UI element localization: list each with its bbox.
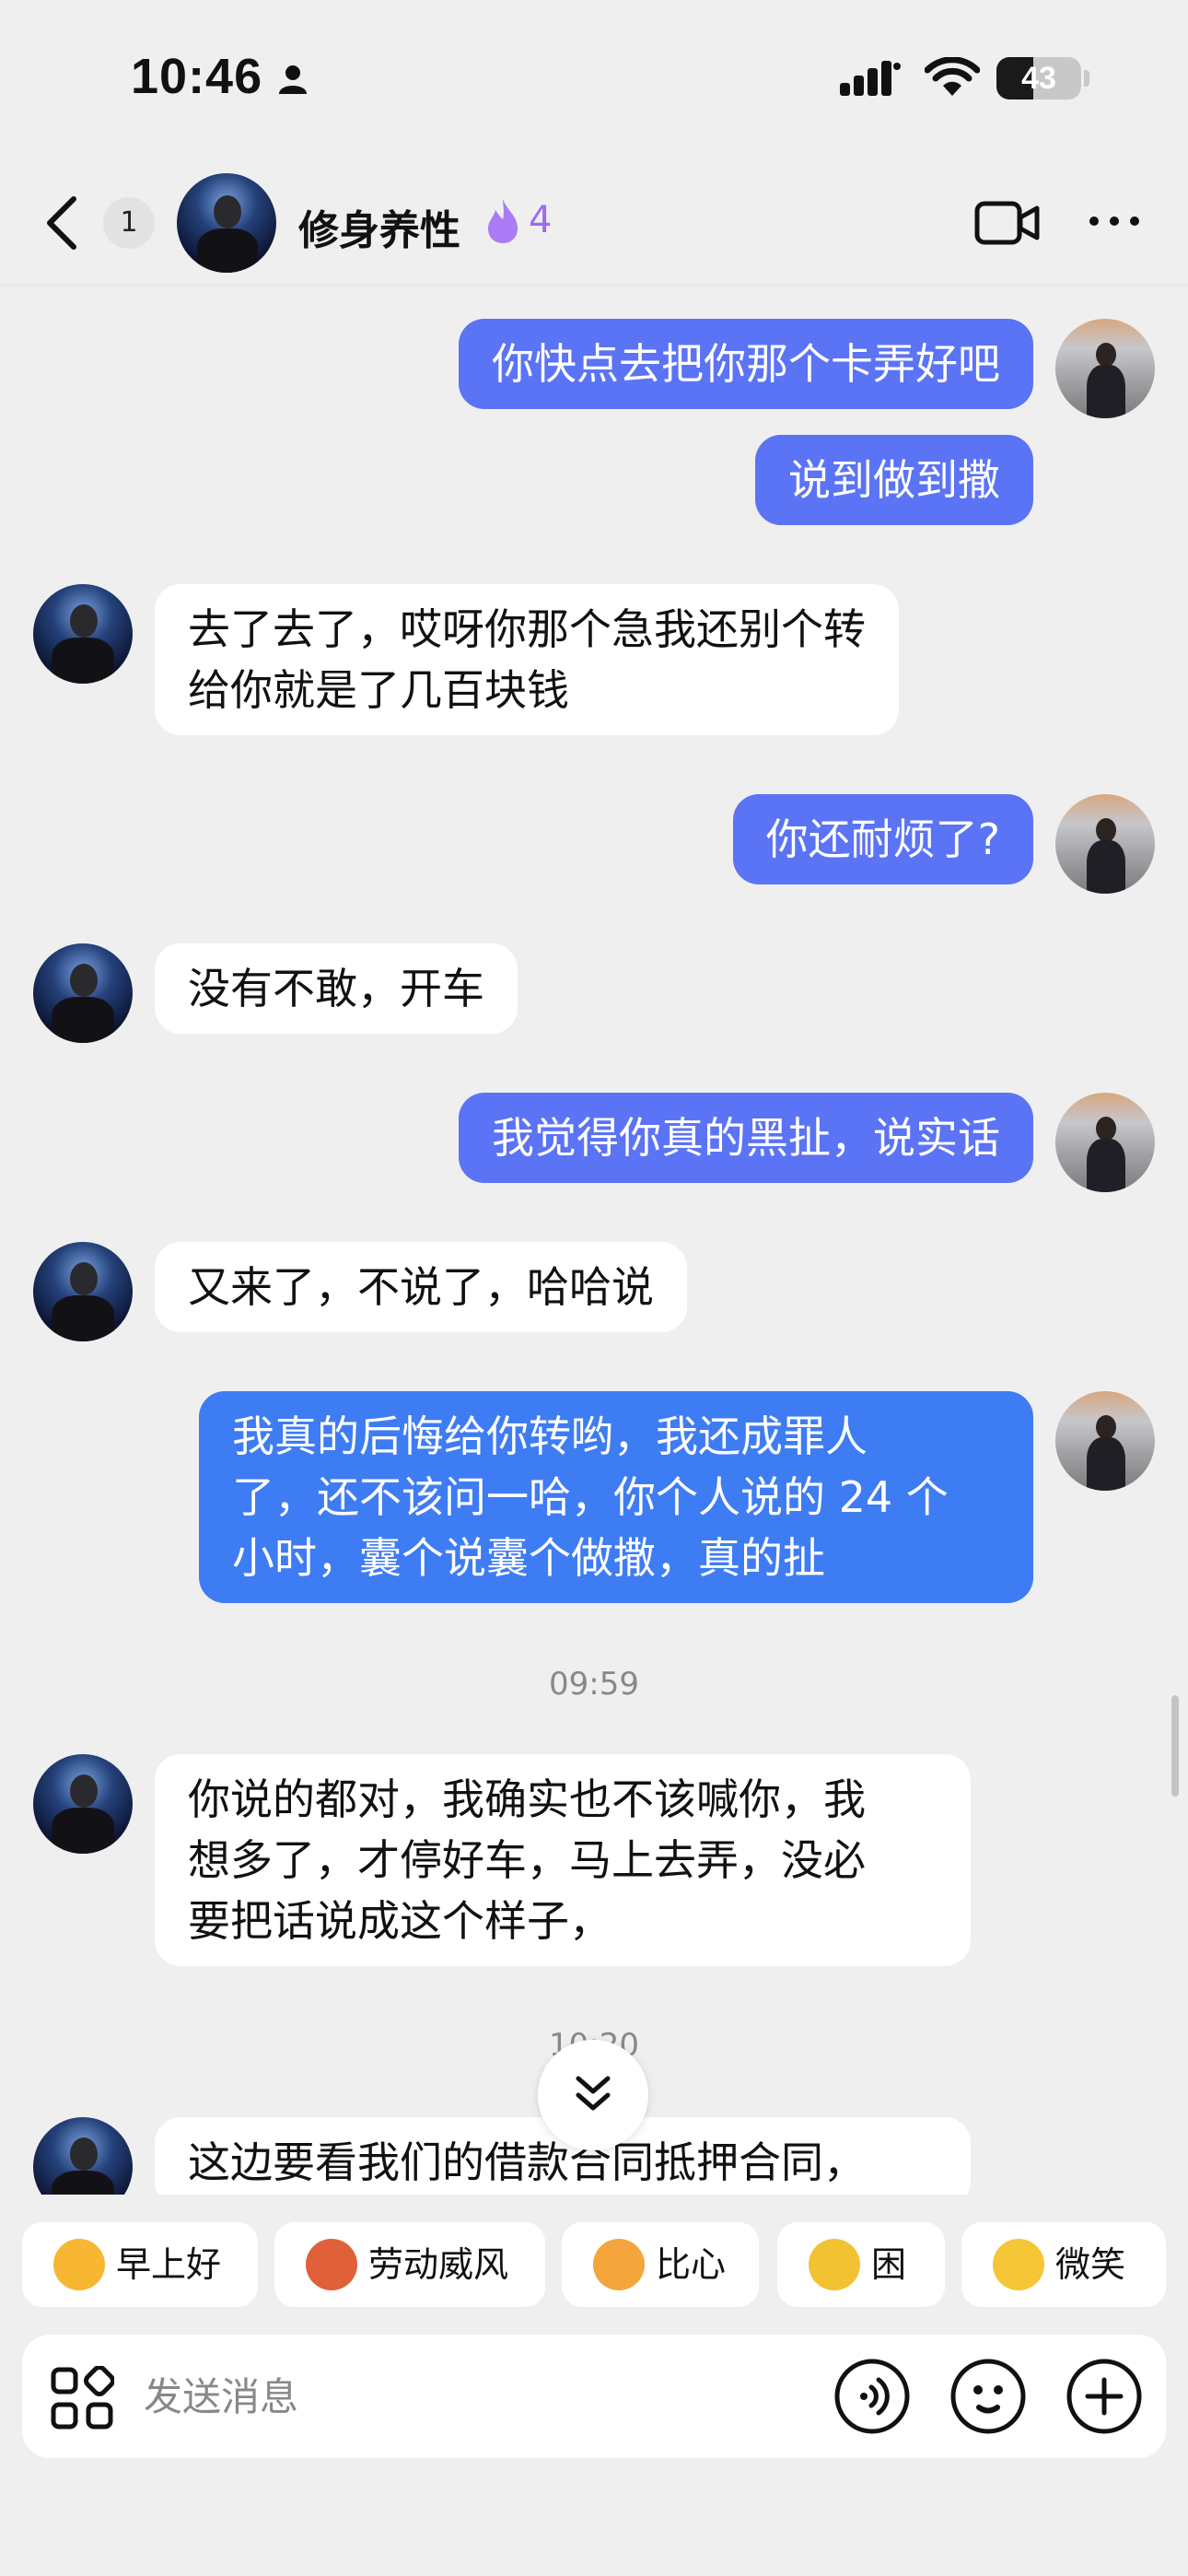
message-input[interactable] — [144, 2355, 834, 2438]
quick-reply-chip[interactable]: 早上好 — [22, 2222, 258, 2307]
video-call-icon[interactable] — [974, 199, 1041, 247]
battery-percent: 43 — [1021, 61, 1056, 96]
quick-reply-bar: 早上好 劳动威风 比心 困 微笑 — [0, 2195, 1188, 2307]
contact-avatar[interactable] — [33, 1754, 133, 1854]
message-incoming[interactable]: 去了去了，哎呀你那个急我还别个转 给你就是了几百块钱 — [155, 584, 899, 735]
streak-count: 4 — [529, 199, 553, 241]
plus-icon[interactable] — [1065, 2357, 1144, 2436]
more-options-icon[interactable] — [1087, 214, 1142, 228]
emoji-icon[interactable] — [949, 2357, 1028, 2436]
status-bar: 10:46 43 — [0, 0, 1188, 157]
back-arrow-icon[interactable] — [41, 193, 87, 252]
contact-name[interactable]: 修身养性 — [298, 197, 460, 256]
apps-grid-icon[interactable] — [50, 2366, 114, 2430]
my-avatar[interactable] — [1055, 319, 1155, 418]
quick-reply-chip[interactable]: 微笑 — [961, 2222, 1166, 2307]
message-outgoing[interactable]: 你还耐烦了? — [732, 794, 1033, 884]
battery-indicator: 43 — [996, 57, 1081, 100]
crab-emoji-icon — [306, 2239, 357, 2290]
contact-avatar[interactable] — [177, 173, 276, 273]
my-avatar[interactable] — [1055, 1093, 1155, 1192]
flame-icon — [488, 199, 518, 243]
message-outgoing[interactable]: 我觉得你真的黑扯，说实话 — [459, 1093, 1033, 1183]
status-time: 10:46 — [131, 49, 263, 104]
jump-to-latest-button[interactable] — [538, 2040, 648, 2150]
double-chevron-down-icon — [576, 2076, 611, 2111]
unread-count-badge[interactable]: 1 — [103, 197, 155, 249]
sleepy-face-emoji-icon — [809, 2239, 860, 2290]
wifi-icon — [925, 57, 980, 96]
sun-face-emoji-icon — [53, 2239, 105, 2290]
quick-reply-chip[interactable]: 困 — [777, 2222, 945, 2307]
chat-header: 1 修身养性 4 — [0, 157, 1188, 286]
smile-face-emoji-icon — [993, 2239, 1044, 2290]
my-avatar[interactable] — [1055, 794, 1155, 894]
quick-reply-chip[interactable]: 劳动威风 — [274, 2222, 545, 2307]
contact-avatar[interactable] — [33, 2117, 133, 2195]
scrollbar[interactable] — [1171, 1695, 1179, 1797]
message-incoming[interactable]: 没有不敢，开车 — [155, 943, 518, 1034]
contact-avatar[interactable] — [33, 1242, 133, 1341]
message-timestamp: 09:59 — [549, 1666, 639, 1703]
message-outgoing[interactable]: 我真的后悔给你转哟，我还成罪人 了，还不该问一哈，你个人说的 24 个 小时，囊… — [199, 1391, 1033, 1603]
contact-avatar[interactable] — [33, 943, 133, 1043]
message-outgoing[interactable]: 你快点去把你那个卡弄好吧 — [459, 319, 1033, 409]
message-incoming[interactable]: 你说的都对，我确实也不该喊你，我 想多了，才停好车，马上去弄，没必 要把话说成这… — [155, 1754, 971, 1966]
message-outgoing[interactable]: 说到做到撒 — [755, 435, 1033, 525]
message-incoming[interactable]: 又来了，不说了，哈哈说 — [155, 1242, 687, 1332]
my-avatar[interactable] — [1055, 1391, 1155, 1491]
heart-hand-emoji-icon — [593, 2239, 645, 2290]
person-icon — [279, 65, 307, 94]
contact-avatar[interactable] — [33, 584, 133, 684]
voice-message-icon[interactable] — [833, 2357, 912, 2436]
message-composer — [22, 2335, 1166, 2458]
quick-reply-chip[interactable]: 比心 — [562, 2222, 759, 2307]
signal-icon — [840, 61, 901, 96]
